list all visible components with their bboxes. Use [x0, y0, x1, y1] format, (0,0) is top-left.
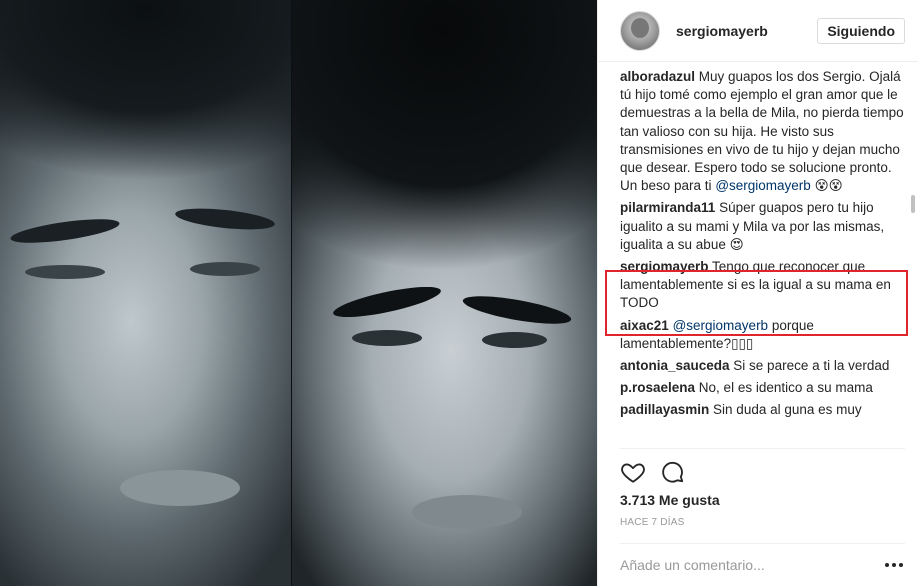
- add-comment-area: [620, 543, 905, 586]
- comment-input[interactable]: [620, 544, 860, 586]
- comment-text: Sin duda al guna es muy: [709, 402, 862, 418]
- comment-text: Si se parece a ti la verdad: [729, 358, 890, 374]
- comment-mention[interactable]: @sergiomayerb: [715, 178, 811, 193]
- comment-item: padillayasmin Sin duda al guna es muy: [620, 401, 904, 419]
- comment-item: antonia_sauceda Si se parece a ti la ver…: [620, 357, 904, 375]
- comment-text: No, el es identico a su mama: [695, 380, 873, 396]
- comment-text-after: 😵😵: [810, 178, 843, 194]
- photo-right-portrait: [292, 0, 597, 586]
- comment-icon[interactable]: [660, 459, 686, 485]
- comments-scrollbar[interactable]: [911, 195, 915, 213]
- avatar[interactable]: [620, 10, 660, 51]
- highlighted-comment-box: [605, 270, 908, 336]
- action-bar: [620, 448, 905, 485]
- comment-item: pilarmiranda11 Súper guapos pero tu hijo…: [620, 199, 904, 254]
- more-options-icon[interactable]: [885, 558, 905, 572]
- heart-icon[interactable]: [620, 459, 646, 485]
- comments-list[interactable]: alboradazul Muy guapos los dos Sergio. O…: [620, 64, 904, 447]
- comment-username[interactable]: p.rosaelena: [620, 380, 695, 395]
- post-header: sergiomayerb Siguiendo: [598, 0, 918, 62]
- comment-item: alboradazul Muy guapos los dos Sergio. O…: [620, 68, 904, 195]
- post-photo[interactable]: [0, 0, 597, 586]
- post-timestamp[interactable]: HACE 7 DÍAS: [620, 517, 684, 528]
- comment-item: p.rosaelena No, el es identico a su mama: [620, 379, 904, 397]
- comment-username[interactable]: antonia_sauceda: [620, 358, 730, 373]
- header-username[interactable]: sergiomayerb: [676, 23, 768, 39]
- comment-text: Muy guapos los dos Sergio. Ojalá tú hijo…: [620, 69, 904, 194]
- comment-username[interactable]: pilarmiranda11: [620, 200, 715, 215]
- likes-count[interactable]: 3.713 Me gusta: [620, 492, 720, 508]
- comment-username[interactable]: padillayasmin: [620, 402, 709, 417]
- following-button[interactable]: Siguiendo: [817, 18, 905, 44]
- photo-left-portrait: [0, 0, 292, 586]
- comment-username[interactable]: alboradazul: [620, 69, 695, 84]
